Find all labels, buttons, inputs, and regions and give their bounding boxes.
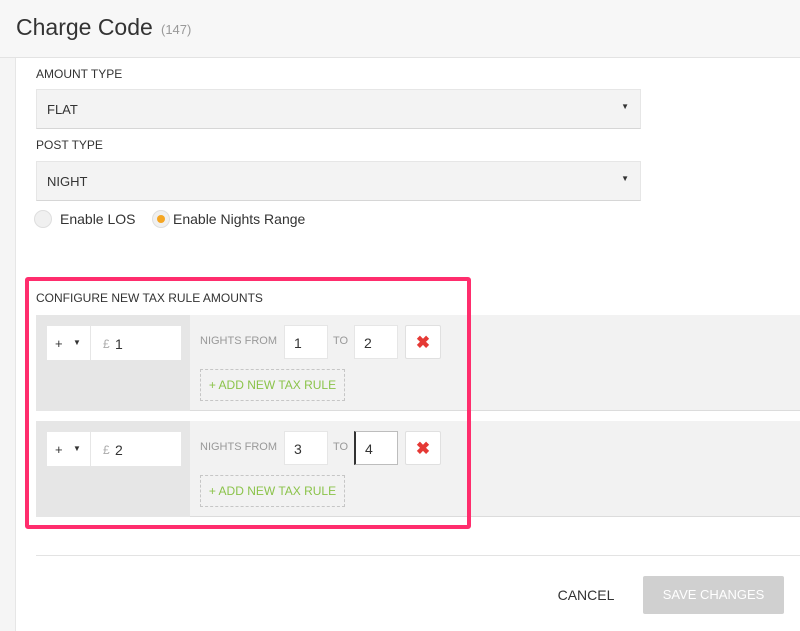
modal-header: Charge Code (147) bbox=[0, 0, 800, 58]
cancel-button[interactable]: CANCEL bbox=[546, 577, 626, 613]
enable-nights-range-option[interactable]: Enable Nights Range bbox=[152, 208, 305, 230]
enable-los-radio[interactable] bbox=[34, 210, 52, 228]
enable-nights-range-radio[interactable] bbox=[152, 210, 170, 228]
footer-divider bbox=[36, 555, 800, 556]
post-type-select[interactable]: NIGHT ▼ bbox=[36, 161, 641, 201]
left-gutter bbox=[0, 58, 16, 631]
amount-type-select[interactable]: FLAT ▼ bbox=[36, 89, 641, 129]
highlight-box bbox=[25, 277, 471, 529]
save-changes-button[interactable]: SAVE CHANGES bbox=[643, 576, 784, 614]
enable-los-label: Enable LOS bbox=[60, 211, 136, 227]
amount-type-value: FLAT bbox=[47, 102, 78, 117]
record-count: (147) bbox=[161, 22, 192, 37]
post-type-label: POST TYPE bbox=[36, 138, 103, 152]
page-title: Charge Code bbox=[16, 14, 153, 40]
post-type-value: NIGHT bbox=[47, 174, 88, 189]
enable-nights-range-label: Enable Nights Range bbox=[173, 211, 306, 227]
chevron-down-icon: ▼ bbox=[621, 174, 629, 183]
amount-type-label: AMOUNT TYPE bbox=[36, 67, 123, 81]
chevron-down-icon: ▼ bbox=[621, 102, 629, 111]
enable-los-option[interactable]: Enable LOS bbox=[34, 208, 136, 230]
